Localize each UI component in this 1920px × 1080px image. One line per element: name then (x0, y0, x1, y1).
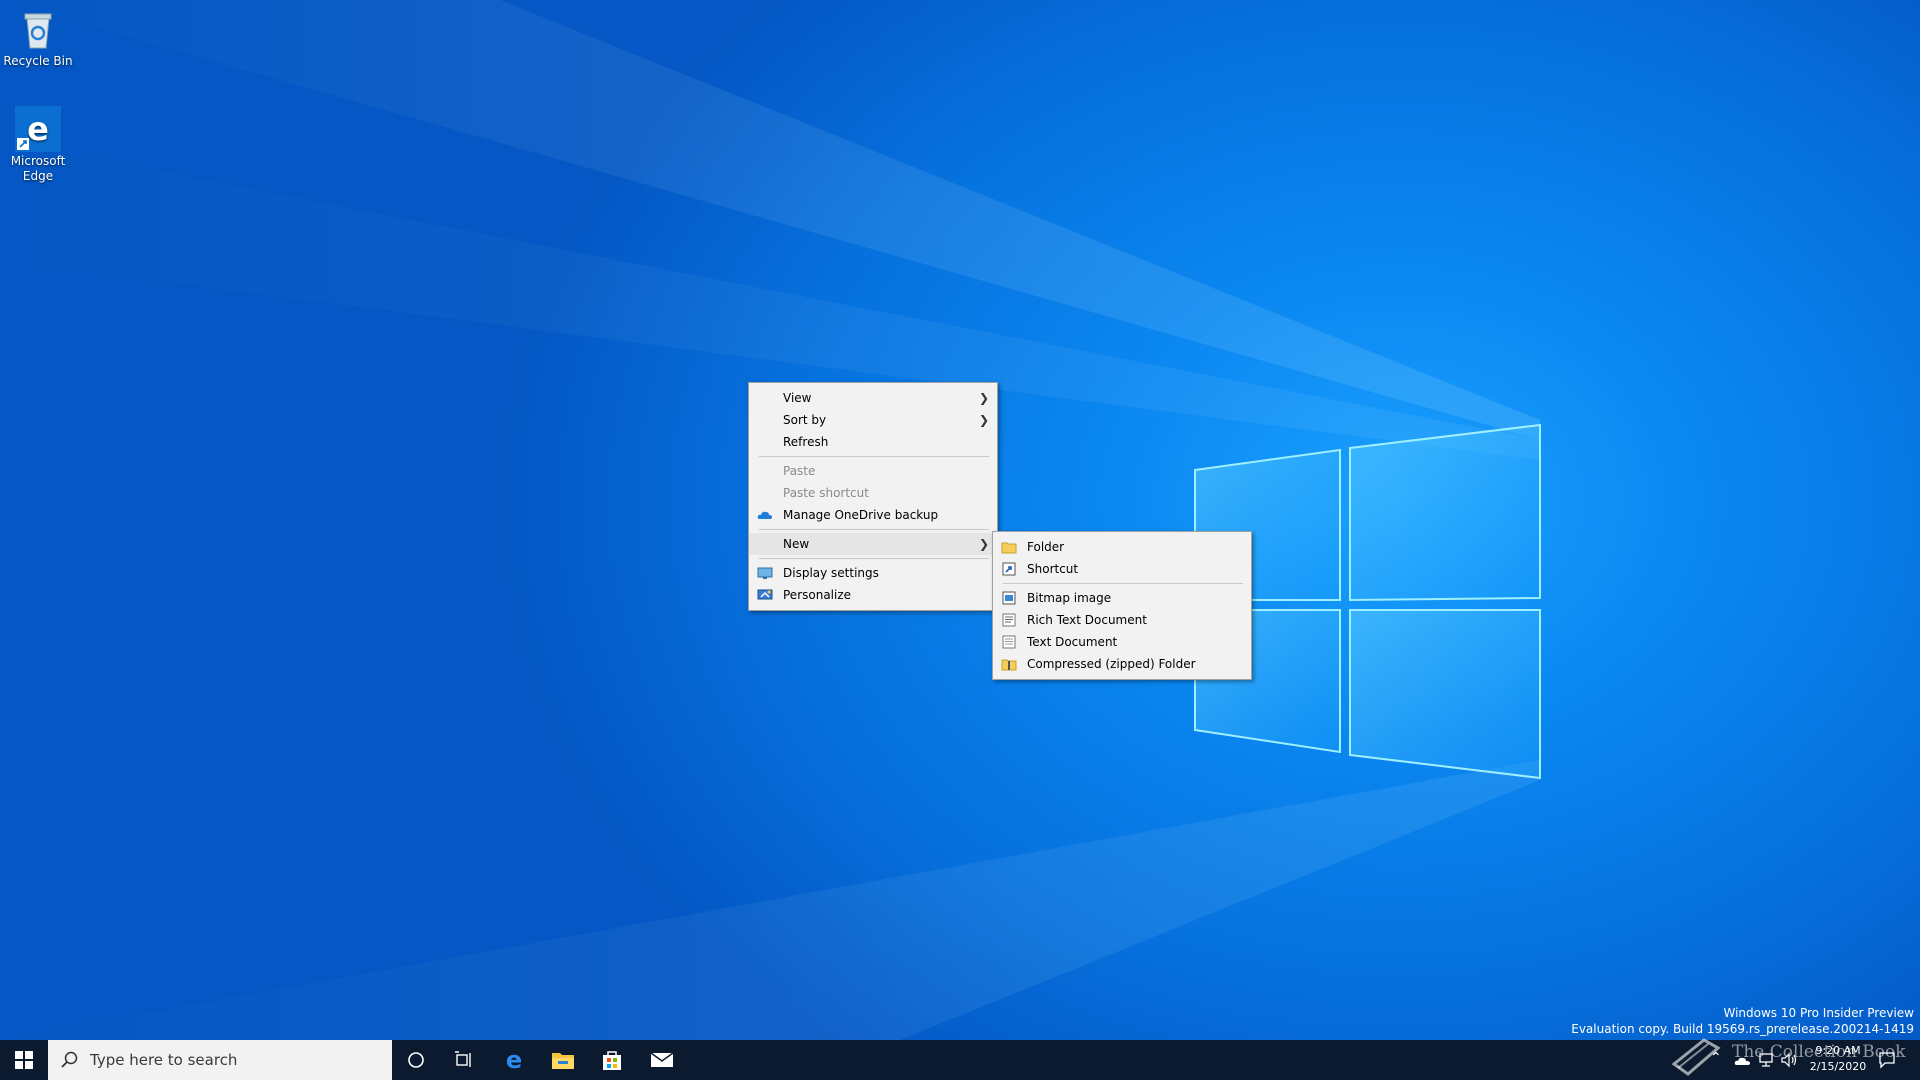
recycle-bin-label: Recycle Bin (3, 54, 73, 68)
taskbar-file-explorer-button[interactable] (539, 1040, 587, 1080)
task-view-icon (455, 1051, 471, 1067)
menu-item-sort-by-label: Sort by (783, 413, 827, 427)
store-bag-icon (603, 1051, 621, 1070)
svg-text:e: e (27, 110, 49, 148)
submenu-item-bitmap-label: Bitmap image (1027, 591, 1112, 605)
search-placeholder: Type here to search (90, 1051, 238, 1069)
menu-item-onedrive-backup[interactable]: Manage OneDrive backup (749, 504, 997, 526)
watermark-edition: Windows 10 Pro Insider Preview (1723, 1006, 1914, 1020)
submenu-item-folder-label: Folder (1027, 540, 1065, 554)
collection-watermark-text: The Collection Book (1732, 1042, 1906, 1062)
submenu-item-shortcut[interactable]: Shortcut (993, 558, 1251, 580)
cortana-circle-icon (408, 1052, 424, 1068)
menu-separator (759, 456, 989, 457)
menu-item-onedrive-label: Manage OneDrive backup (783, 508, 939, 522)
build-watermark: Windows 10 Pro Insider Preview Evaluatio… (1571, 1006, 1914, 1036)
recycle-bin-shortcut[interactable]: Recycle Bin (0, 6, 78, 69)
zip-folder-icon (1001, 659, 1017, 671)
taskbar-search-box[interactable]: Type here to search (48, 1040, 392, 1080)
edge-shortcut[interactable]: e Microsoft Edge (0, 106, 78, 184)
desktop-context-menu: View ❯ Sort by ❯ Refresh Paste Paste sho… (748, 382, 998, 611)
recycle-bin-icon (24, 13, 52, 49)
submenu-item-folder[interactable]: Folder (993, 536, 1251, 558)
new-submenu: Folder Shortcut Bitmap image Rich Text D… (992, 531, 1252, 680)
edge-icon: e (15, 106, 61, 152)
menu-item-view[interactable]: View ❯ (749, 387, 997, 409)
svg-text:e: e (506, 1048, 522, 1072)
bitmap-image-icon (1002, 591, 1016, 605)
display-icon (757, 567, 773, 579)
menu-item-display-settings[interactable]: Display settings (749, 562, 997, 584)
menu-item-refresh-label: Refresh (783, 435, 829, 449)
submenu-item-bitmap[interactable]: Bitmap image (993, 587, 1251, 609)
menu-item-sort-by[interactable]: Sort by ❯ (749, 409, 997, 431)
menu-item-personalize[interactable]: Personalize (749, 584, 997, 606)
submenu-item-text-document-label: Text Document (1027, 635, 1118, 649)
task-view-button[interactable] (440, 1040, 488, 1080)
menu-item-display-settings-label: Display settings (783, 566, 879, 580)
file-explorer-icon (552, 1053, 574, 1069)
windows-logo-icon (15, 1051, 33, 1069)
menu-item-view-label: View (783, 391, 812, 405)
mail-envelope-icon (650, 1052, 674, 1067)
menu-item-paste[interactable]: Paste (749, 460, 997, 482)
menu-item-paste-label: Paste (783, 464, 816, 478)
menu-item-new-label: New (783, 537, 810, 551)
submenu-item-text-document[interactable]: Text Document (993, 631, 1251, 653)
watermark-build: Evaluation copy. Build 19569.rs_prerelea… (1571, 1022, 1914, 1036)
submenu-item-rich-text-label: Rich Text Document (1027, 613, 1147, 627)
taskbar-mail-button[interactable] (638, 1040, 686, 1080)
edge-icon: e (506, 1048, 522, 1072)
edge-label: Microsoft Edge (10, 154, 66, 183)
personalize-icon (757, 589, 773, 600)
submenu-item-zip-folder[interactable]: Compressed (zipped) Folder (993, 653, 1251, 675)
start-button[interactable] (0, 1040, 48, 1080)
menu-item-paste-shortcut-label: Paste shortcut (783, 486, 869, 500)
collection-book-logo (1671, 1038, 1721, 1076)
onedrive-cloud-icon (757, 511, 772, 519)
menu-separator (1003, 583, 1243, 584)
taskbar-store-button[interactable] (588, 1040, 636, 1080)
menu-item-new[interactable]: New ❯ (749, 533, 997, 555)
menu-separator (759, 558, 989, 559)
folder-icon (1001, 542, 1017, 554)
shortcut-icon (1002, 562, 1016, 576)
menu-item-personalize-label: Personalize (783, 588, 852, 602)
menu-separator (759, 529, 989, 530)
chevron-right-icon: ❯ (978, 413, 989, 427)
submenu-item-rich-text[interactable]: Rich Text Document (993, 609, 1251, 631)
menu-item-refresh[interactable]: Refresh (749, 431, 997, 453)
search-icon (61, 1051, 78, 1068)
rich-text-document-icon (1002, 613, 1016, 627)
menu-item-paste-shortcut[interactable]: Paste shortcut (749, 482, 997, 504)
submenu-item-shortcut-label: Shortcut (1027, 562, 1079, 576)
cortana-button[interactable] (392, 1040, 440, 1080)
chevron-right-icon: ❯ (978, 537, 989, 551)
taskbar-edge-button[interactable]: e (490, 1040, 538, 1080)
text-document-icon (1002, 635, 1016, 649)
taskbar: Type here to search e ⌃ (0, 1040, 1920, 1080)
chevron-right-icon: ❯ (978, 391, 989, 405)
submenu-item-zip-folder-label: Compressed (zipped) Folder (1027, 657, 1196, 671)
